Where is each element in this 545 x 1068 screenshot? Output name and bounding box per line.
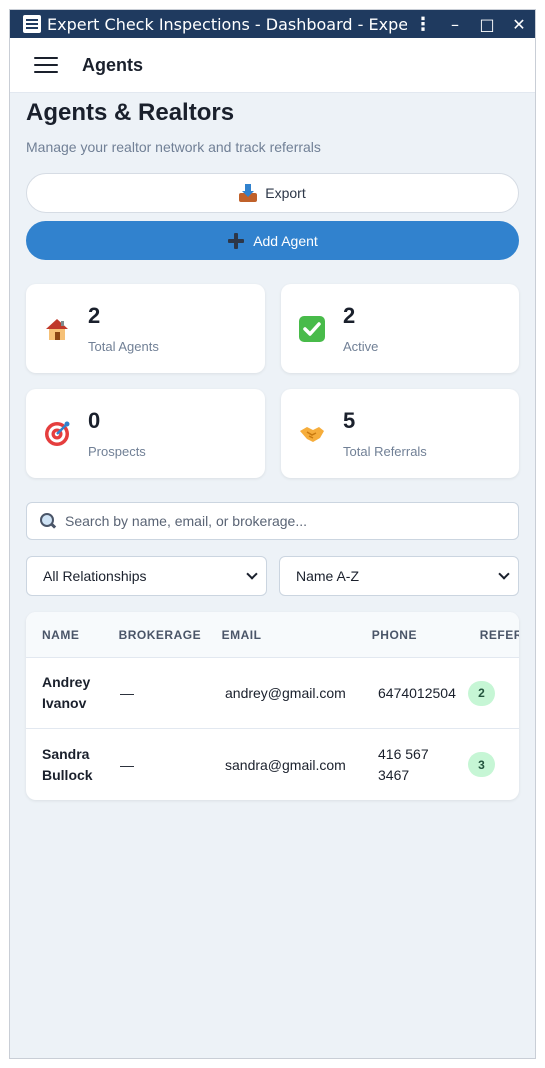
stat-label: Total Agents [88, 339, 159, 354]
agent-phone: 6474012504 [378, 683, 468, 704]
column-header-referrals[interactable]: REFERRALS [480, 628, 519, 642]
agent-last-name: Bullock [42, 766, 93, 783]
table-header: NAME BROKERAGE EMAIL PHONE REFERRALS [26, 612, 519, 658]
referral-count-badge: 2 [468, 680, 495, 706]
stat-card-total-agents: 2 Total Agents [26, 284, 265, 373]
sort-select[interactable]: Name A-Z [279, 556, 519, 596]
search-icon [39, 512, 57, 530]
chevron-down-icon [498, 568, 510, 580]
referral-count-badge: 3 [468, 752, 495, 777]
app-logo-icon [23, 15, 41, 33]
agent-phone-line-1: 416 567 [378, 745, 429, 762]
agent-last-name: Ivanov [42, 695, 87, 711]
agent-phone-line-1: 6474012504 [378, 684, 456, 701]
search-input[interactable] [65, 513, 518, 529]
sort-value: Name A-Z [296, 568, 360, 584]
add-agent-button-label: Add Agent [253, 232, 318, 249]
table-row[interactable]: Sandra Bullock — sandra@gmail.com 416 56… [26, 729, 519, 800]
chevron-down-icon [246, 568, 258, 580]
agent-phone-line-2: 3467 [378, 766, 410, 783]
export-button-label: Export [265, 185, 306, 201]
stat-card-total-referrals: 5 Total Referrals [281, 389, 519, 478]
stat-label: Active [343, 339, 379, 354]
filter-bar: All Relationships Name A-Z [26, 556, 519, 596]
agent-email: sandra@gmail.com [225, 756, 346, 773]
column-header-brokerage[interactable]: BROKERAGE [119, 628, 222, 642]
target-icon [42, 419, 72, 449]
column-header-name[interactable]: NAME [26, 628, 119, 642]
close-button[interactable]: ✕ [503, 10, 535, 38]
stat-value: 2 [343, 303, 356, 328]
agent-name: Andrey Ivanov [26, 672, 120, 714]
app-header: Agents [10, 38, 535, 93]
table-row[interactable]: Andrey Ivanov — andrey@gmail.com 6474012… [26, 658, 519, 729]
agent-referrals: 2 [468, 680, 508, 706]
agent-brokerage: — [120, 756, 134, 773]
page-subtitle: Manage your realtor network and track re… [26, 139, 321, 155]
plus-icon [227, 232, 245, 250]
app-window: Expert Check Inspections - Dashboard - E… [9, 9, 536, 1059]
agent-first-name: Andrey [42, 674, 91, 690]
minimize-button[interactable]: – [439, 10, 471, 38]
add-agent-button[interactable]: Add Agent [26, 221, 519, 260]
agent-referrals: 3 [468, 752, 508, 777]
stat-value: 0 [88, 408, 101, 433]
agent-first-name: Sandra [42, 745, 90, 762]
hamburger-menu-icon[interactable] [34, 57, 58, 73]
main-content: Agents & Realtors Manage your realtor ne… [10, 99, 535, 800]
window-title: Expert Check Inspections - Dashboard - E… [47, 14, 407, 34]
header-title: Agents [82, 54, 144, 75]
relationship-filter-value: All Relationships [43, 568, 147, 584]
house-icon [42, 314, 72, 344]
export-button[interactable]: Export [26, 173, 519, 213]
agent-phone: 416 567 3467 [378, 744, 468, 786]
search-box [26, 502, 519, 540]
stat-label: Prospects [88, 444, 146, 459]
maximize-button[interactable]: □ [471, 10, 503, 38]
agent-name: Sandra Bullock [26, 744, 120, 786]
title-bar: Expert Check Inspections - Dashboard - E… [10, 10, 535, 38]
stat-value: 2 [88, 303, 101, 328]
stat-card-prospects: 0 Prospects [26, 389, 265, 478]
column-header-phone[interactable]: PHONE [372, 628, 480, 642]
window-menu-button[interactable]: ⋮ [407, 10, 439, 38]
download-tray-icon [239, 184, 258, 202]
check-mark-icon [297, 314, 327, 344]
handshake-icon [297, 419, 327, 449]
relationship-filter-select[interactable]: All Relationships [26, 556, 267, 596]
stat-label: Total Referrals [343, 444, 427, 459]
stat-card-active: 2 Active [281, 284, 519, 373]
agent-brokerage: — [120, 685, 134, 701]
column-header-email[interactable]: EMAIL [222, 628, 372, 642]
page-title: Agents & Realtors [26, 99, 235, 126]
agent-email: andrey@gmail.com [225, 685, 346, 701]
stat-value: 5 [343, 408, 356, 433]
stats-grid: 2 Total Agents 2 Active 0 Prospects 5 To… [26, 284, 519, 478]
agents-table: NAME BROKERAGE EMAIL PHONE REFERRALS And… [26, 612, 519, 800]
